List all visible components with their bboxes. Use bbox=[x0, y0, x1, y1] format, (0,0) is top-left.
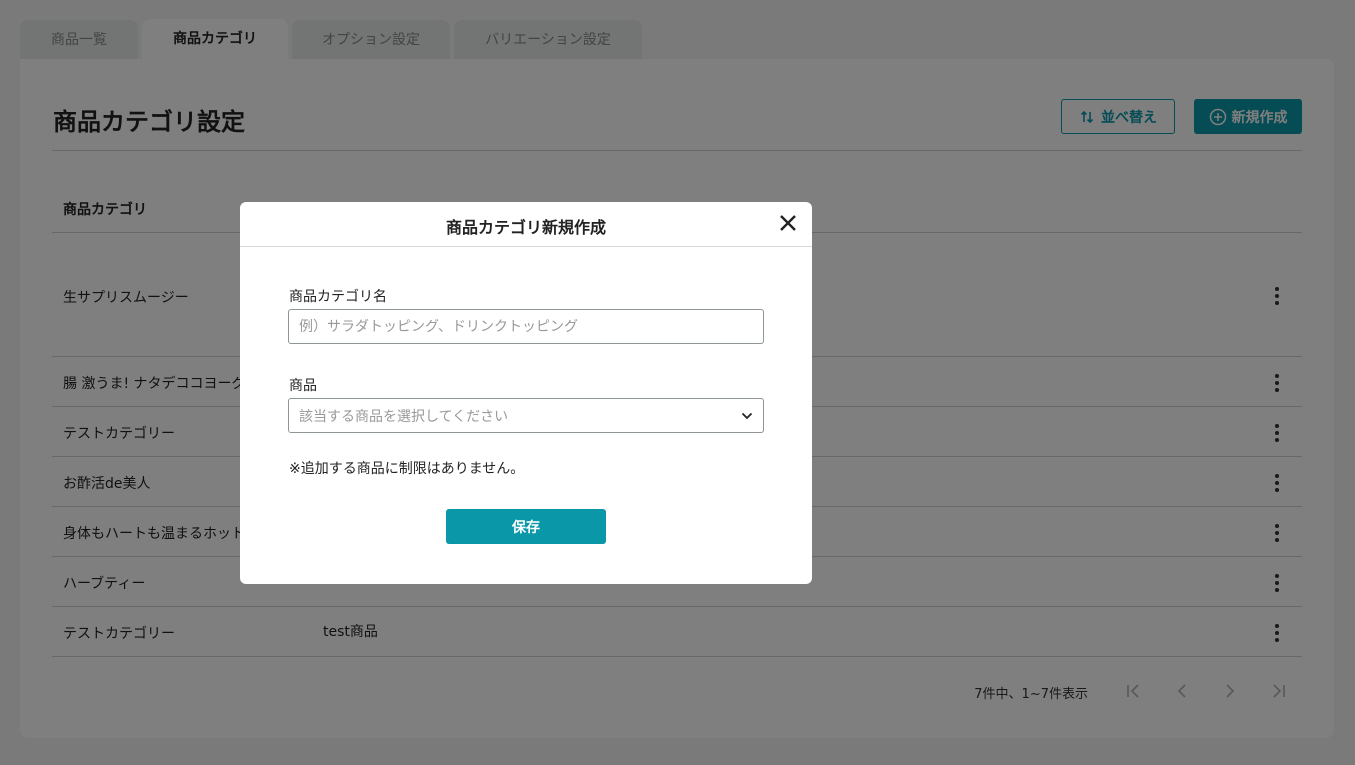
create-category-modal: 商品カテゴリ新規作成 商品カテゴリ名 商品 該当する商品を選択してください ※追… bbox=[240, 202, 812, 584]
product-limit-note: ※追加する商品に制限はありません。 bbox=[289, 461, 525, 477]
category-name-label: 商品カテゴリ名 bbox=[289, 289, 387, 305]
category-name-input[interactable] bbox=[288, 309, 764, 344]
chevron-down-icon bbox=[741, 412, 753, 419]
product-label: 商品 bbox=[289, 378, 317, 394]
save-button[interactable]: 保存 bbox=[446, 509, 606, 544]
product-select[interactable]: 該当する商品を選択してください bbox=[288, 398, 764, 433]
close-icon[interactable] bbox=[778, 213, 798, 233]
modal-title: 商品カテゴリ新規作成 bbox=[445, 218, 606, 237]
modal-header: 商品カテゴリ新規作成 bbox=[240, 202, 812, 247]
product-select-placeholder: 該当する商品を選択してください bbox=[299, 408, 509, 425]
